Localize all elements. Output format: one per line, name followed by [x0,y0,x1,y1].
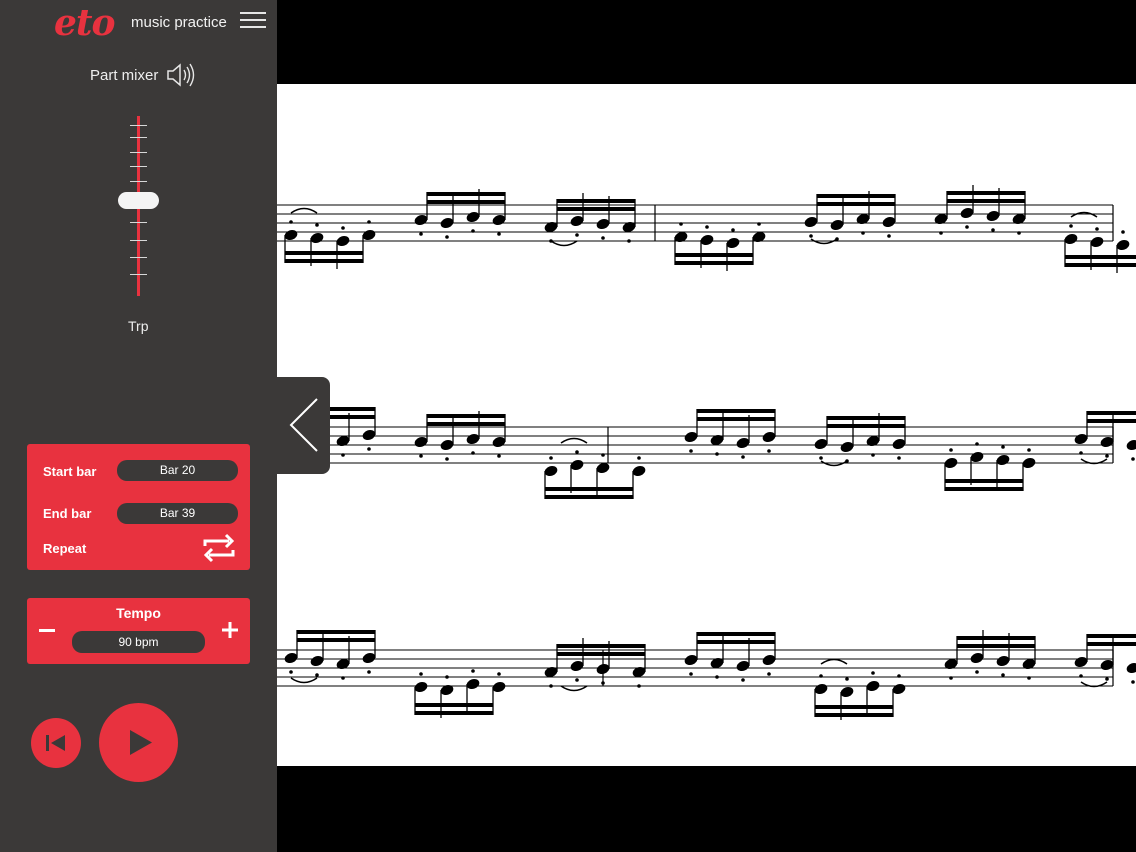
app-logo: eto [54,2,116,44]
play-button[interactable] [99,703,178,782]
fader-tick [130,166,147,167]
start-bar-label: Start bar [43,464,97,479]
sidebar: eto music practice Part mixer Trp Start … [0,0,277,852]
end-bar-select[interactable]: Bar 39 [117,503,238,524]
minus-icon [39,629,55,632]
collapse-sidebar-tab[interactable] [277,377,330,474]
fader-tick [130,222,147,223]
score-notation [277,185,1136,720]
part-label: Trp [128,318,149,334]
fader-tick [130,274,147,275]
tempo-decrease-button[interactable] [37,620,57,640]
bar-range-panel: Start bar Bar 20 End bar Bar 39 Repeat [27,444,250,570]
fader-tick [130,137,147,138]
part-mixer-title: Part mixer [90,67,159,84]
rewind-button[interactable] [31,718,81,768]
tempo-panel: Tempo 90 bpm [27,598,250,664]
app-subtitle: music practice [131,14,227,31]
play-icon [130,730,152,755]
hamburger-icon-line [240,26,266,28]
tempo-title: Tempo [116,605,161,621]
menu-button[interactable] [240,12,266,30]
fader-tick [130,152,147,153]
tempo-value[interactable]: 90 bpm [72,631,205,653]
plus-icon [222,622,238,638]
hamburger-icon [240,12,266,14]
fader-tick [130,257,147,258]
tempo-increase-button[interactable] [220,620,240,640]
volume-fader-thumb[interactable] [118,192,159,210]
skip-back-icon [46,735,65,751]
repeat-label: Repeat [43,541,87,556]
fader-tick [130,240,147,241]
sheet-music-score[interactable] [277,84,1136,766]
fader-tick [130,181,147,182]
fader-tick [130,125,147,126]
hamburger-icon-line [240,19,266,21]
start-bar-select[interactable]: Bar 20 [117,460,238,481]
chevron-left-icon [289,398,318,452]
speaker-icon[interactable] [166,62,196,88]
end-bar-label: End bar [43,506,92,521]
repeat-icon[interactable] [200,532,238,564]
